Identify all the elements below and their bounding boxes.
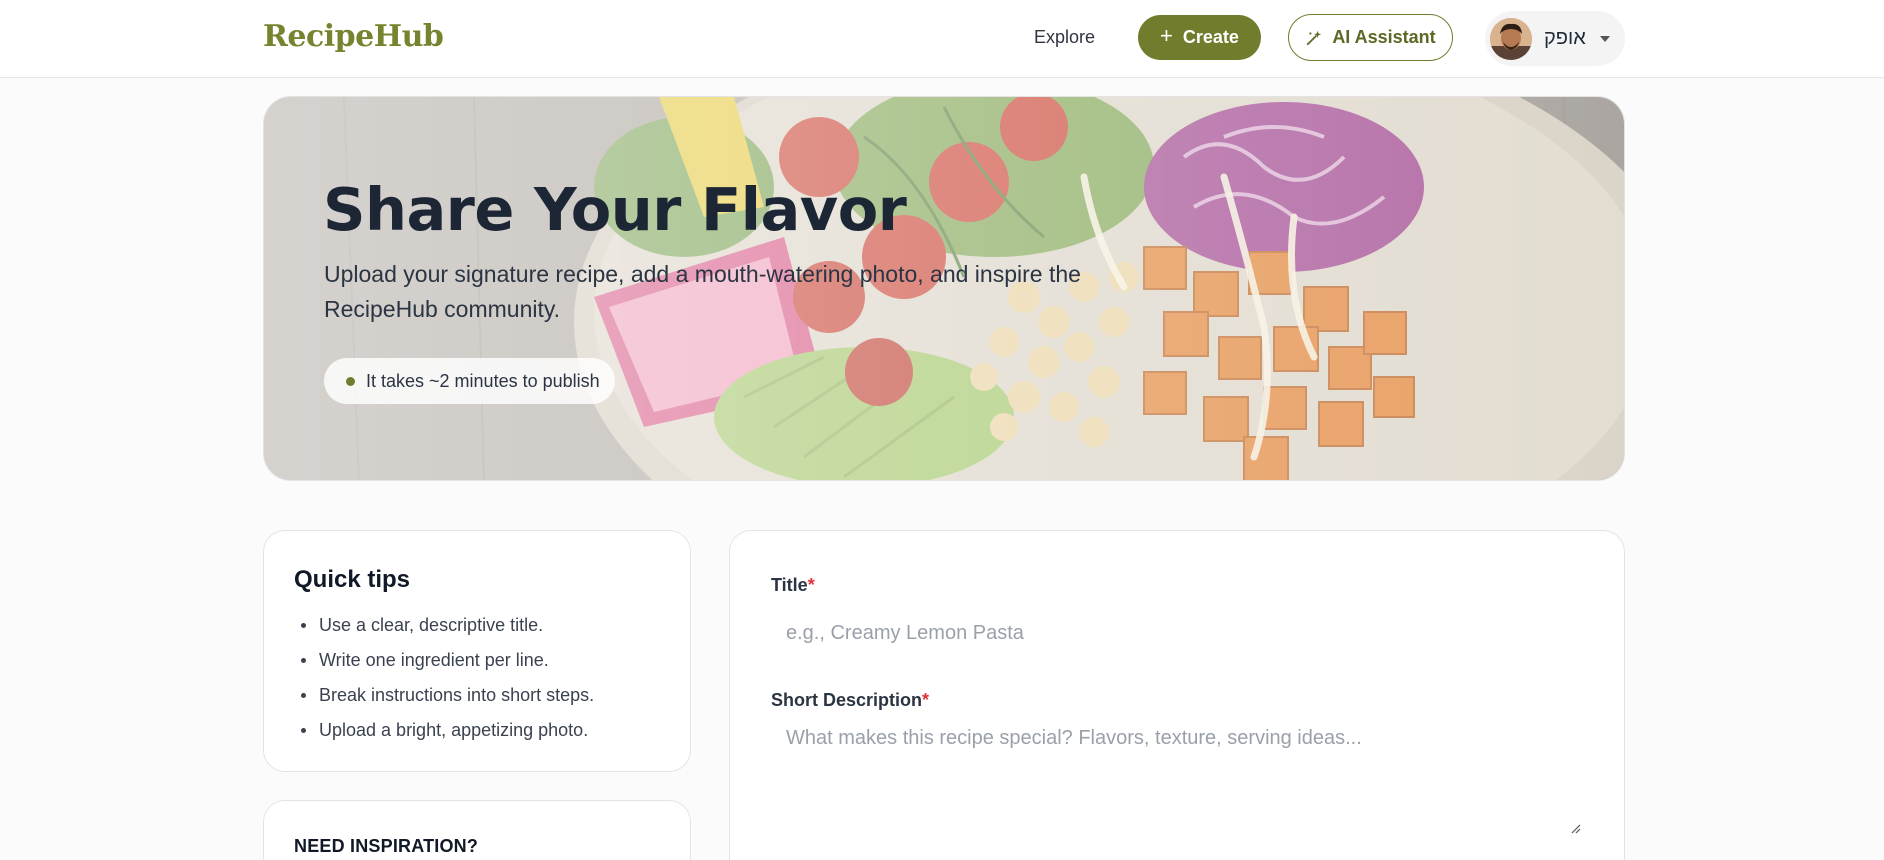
description-textarea[interactable]	[771, 721, 1583, 841]
top-navbar: RecipeHub Explore + Create AI Assistant …	[0, 0, 1884, 78]
list-item: Use a clear, descriptive title.	[294, 614, 594, 649]
publish-time-badge: It takes ~2 minutes to publish	[324, 358, 615, 404]
required-asterisk: *	[807, 575, 815, 595]
title-input[interactable]	[771, 613, 1583, 653]
description-label: Short Description*	[771, 690, 929, 711]
quick-tips-card: Quick tips Use a clear, descriptive titl…	[263, 530, 691, 772]
description-label-text: Short Description	[771, 690, 923, 710]
hero-title: Share Your Flavor	[323, 175, 907, 244]
caret-down-icon	[1599, 35, 1610, 42]
list-item: Upload a bright, appetizing photo.	[294, 719, 594, 754]
inspiration-card: NEED INSPIRATION?	[263, 800, 691, 860]
user-menu-dropdown[interactable]: אופק	[1485, 11, 1625, 66]
ai-assistant-label: AI Assistant	[1332, 27, 1436, 47]
avatar	[1490, 17, 1532, 60]
quick-tips-title: Quick tips	[294, 566, 411, 593]
publish-time-text: It takes ~2 minutes to publish	[366, 370, 600, 391]
brand-logo[interactable]: RecipeHub	[263, 19, 444, 54]
inspiration-title: NEED INSPIRATION?	[294, 836, 479, 856]
plus-icon: +	[1160, 23, 1173, 48]
quick-tips-list: Use a clear, descriptive title. Write on…	[294, 614, 594, 754]
user-name: אופק	[1544, 27, 1586, 49]
ai-assistant-button[interactable]: AI Assistant	[1288, 14, 1453, 61]
title-label: Title*	[771, 575, 815, 596]
hero-subtitle: Upload your signature recipe, add a mout…	[324, 261, 1081, 322]
required-asterisk: *	[922, 690, 930, 710]
nav-explore-link[interactable]: Explore	[1034, 27, 1095, 48]
create-button-label: Create	[1182, 27, 1239, 47]
status-dot-icon	[346, 376, 355, 386]
list-item: Write one ingredient per line.	[294, 649, 594, 684]
resize-handle-icon[interactable]	[1571, 824, 1581, 834]
create-button[interactable]: + Create	[1138, 15, 1261, 60]
hero-banner: Share Your Flavor Upload your signature …	[263, 96, 1625, 481]
list-item: Break instructions into short steps.	[294, 684, 594, 719]
title-label-text: Title	[771, 575, 808, 595]
recipe-form: Title* Short Description*	[729, 530, 1625, 860]
magic-wand-icon	[1307, 30, 1322, 45]
